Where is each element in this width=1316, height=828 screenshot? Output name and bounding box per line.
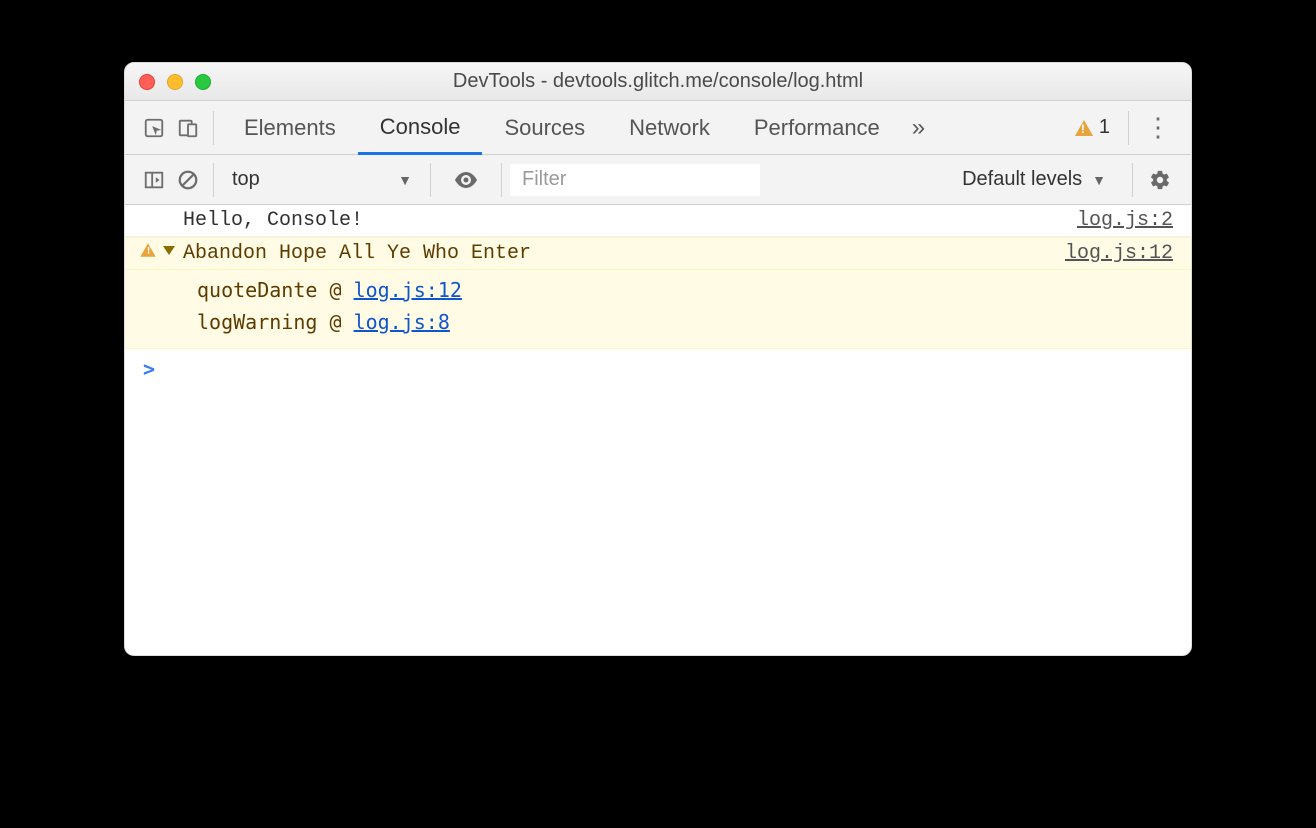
warn-message: Abandon Hope All Ye Who Enter	[183, 242, 1065, 265]
tabs-bar: Elements Console Sources Network Perform…	[125, 101, 1191, 155]
tab-network[interactable]: Network	[607, 101, 732, 154]
source-link[interactable]: log.js:12	[1065, 242, 1173, 265]
divider	[213, 111, 214, 145]
console-warn-entry: Abandon Hope All Ye Who Enter log.js:12	[125, 237, 1191, 270]
divider	[501, 163, 502, 197]
divider	[1132, 163, 1133, 197]
prompt-chevron-icon: >	[143, 357, 155, 381]
stack-link[interactable]: log.js:12	[354, 278, 462, 302]
console-output: Hello, Console! log.js:2 Abandon Hope Al…	[125, 205, 1191, 655]
console-settings-icon[interactable]	[1141, 169, 1179, 191]
log-levels-selector[interactable]: Default levels ▼	[944, 168, 1124, 191]
source-link[interactable]: log.js:2	[1077, 209, 1173, 232]
console-sidebar-toggle-icon[interactable]	[137, 163, 171, 197]
console-log-entry: Hello, Console! log.js:2	[125, 205, 1191, 237]
divider	[430, 163, 431, 197]
levels-label: Default levels	[962, 168, 1082, 191]
stack-frame: quoteDante @ log.js:12	[197, 274, 1173, 306]
chevron-down-icon: ▼	[398, 172, 412, 188]
disclosure-triangle-icon[interactable]	[163, 246, 175, 255]
minimize-icon[interactable]	[167, 74, 183, 90]
warnings-count: 1	[1099, 116, 1110, 139]
filter-input[interactable]	[510, 164, 760, 196]
stack-fn: quoteDante	[197, 278, 317, 302]
zoom-icon[interactable]	[195, 74, 211, 90]
tabs-overflow-icon[interactable]: »	[902, 114, 935, 142]
window-title: DevTools - devtools.glitch.me/console/lo…	[125, 70, 1191, 93]
stack-link[interactable]: log.js:8	[354, 310, 450, 334]
tab-performance[interactable]: Performance	[732, 101, 902, 154]
context-selector[interactable]: top ▼	[222, 163, 422, 197]
console-prompt[interactable]: >	[125, 349, 1191, 389]
close-icon[interactable]	[139, 74, 155, 90]
stack-trace: quoteDante @ log.js:12 logWarning @ log.…	[125, 270, 1191, 349]
console-toolbar: top ▼ Default levels ▼	[125, 155, 1191, 205]
tab-console[interactable]: Console	[358, 102, 483, 155]
warning-icon	[140, 243, 155, 257]
log-message: Hello, Console!	[183, 209, 1077, 232]
stack-frame: logWarning @ log.js:8	[197, 306, 1173, 338]
live-expression-icon[interactable]	[439, 170, 493, 190]
clear-console-icon[interactable]	[171, 163, 205, 197]
traffic-lights	[125, 74, 211, 90]
tab-elements[interactable]: Elements	[222, 101, 358, 154]
warnings-badge[interactable]: 1	[1065, 116, 1120, 139]
divider	[1128, 111, 1129, 145]
inspect-element-icon[interactable]	[137, 111, 171, 145]
warning-icon	[1075, 120, 1093, 136]
chevron-down-icon: ▼	[1092, 172, 1106, 188]
settings-menu-icon[interactable]: ⋮	[1137, 112, 1179, 143]
tab-sources[interactable]: Sources	[482, 101, 607, 154]
device-toolbar-icon[interactable]	[171, 111, 205, 145]
devtools-window: DevTools - devtools.glitch.me/console/lo…	[124, 62, 1192, 656]
titlebar: DevTools - devtools.glitch.me/console/lo…	[125, 63, 1191, 101]
context-value: top	[232, 168, 260, 191]
stack-fn: logWarning	[197, 310, 317, 334]
divider	[213, 163, 214, 197]
